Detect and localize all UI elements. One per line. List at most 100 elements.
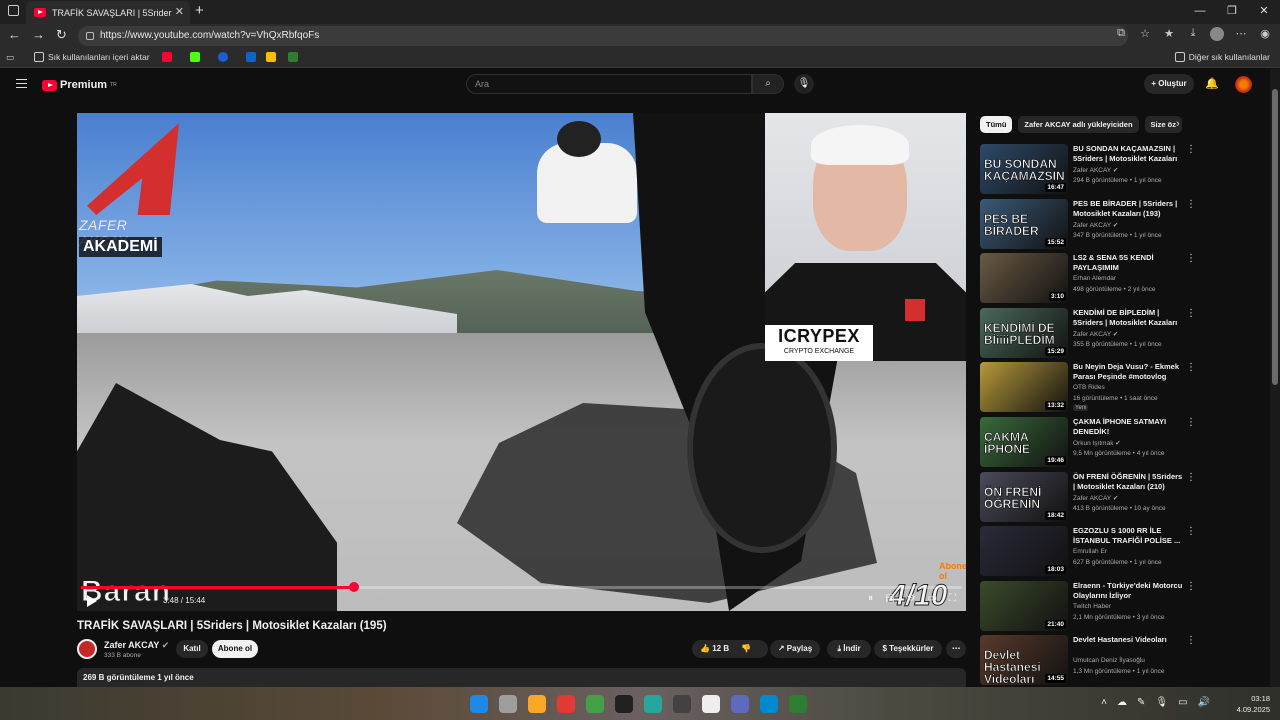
recommendation-thumbnail[interactable]: BU SONDAN KAÇAMAZSIN 16:47 [980, 144, 1068, 194]
recommendation-channel[interactable]: Umutcan Deniz İlyasoğlu [1073, 657, 1145, 664]
bookmark-import[interactable]: Sık kullanılanları içeri aktar [34, 52, 150, 62]
video-player[interactable]: ZAFER AKÇAY AKADEMİ ICRYPEX CRYPTO EXCHA… [77, 113, 966, 611]
description-box[interactable]: 269 B görüntüleme 1 yıl önce [77, 668, 966, 687]
recommendation-thumbnail[interactable]: 13:32 [980, 362, 1068, 413]
taskbar-app-icon[interactable] [586, 695, 604, 713]
download-button[interactable]: ⤓ İndir [827, 640, 871, 658]
recommendation-title[interactable]: Devlet Hastanesi Videoları [1073, 635, 1185, 645]
collections-icon[interactable]: ☆ [1138, 27, 1152, 44]
chip-from-uploader[interactable]: Zafer AKCAY adlı yükleyiciden [1018, 116, 1139, 133]
copilot-icon[interactable]: ◉ [1258, 27, 1272, 44]
recommendation-item[interactable]: PES BE BİRADER 15:52 PES BE BİRADER | 5Sri… [980, 198, 1198, 251]
more-actions-icon[interactable]: ⋯ [946, 640, 966, 658]
recommendation-title[interactable]: ÇAKMA İPHONE SATMAYI DENEDİK! [1073, 417, 1185, 437]
close-tab-icon[interactable]: ✕ [175, 5, 184, 18]
like-icon[interactable]: 👍 [700, 644, 710, 653]
onedrive-icon[interactable]: ☁ [1117, 697, 1127, 708]
join-button[interactable]: Katıl [176, 640, 208, 658]
more-options-icon[interactable]: ⋮ [1186, 253, 1196, 264]
more-options-icon[interactable]: ⋮ [1186, 472, 1196, 483]
taskbar-app-icon[interactable] [789, 695, 807, 713]
minimize-icon[interactable]: — [1184, 0, 1216, 22]
recommendation-title[interactable]: BU SONDAN KAÇAMAZSIN | 5Sriders | Motosi… [1073, 144, 1185, 164]
bookmark-youtube[interactable] [162, 52, 172, 62]
page-scrollbar[interactable] [1270, 69, 1280, 687]
settings-gear-icon[interactable]: ⚙ [907, 593, 916, 604]
more-options-icon[interactable]: ⋮ [1186, 199, 1196, 210]
thanks-button[interactable]: $ Teşekkürler [874, 640, 942, 658]
channel-avatar[interactable] [77, 639, 97, 659]
recommendation-channel[interactable]: Zafer AKCAY ✔ [1073, 330, 1118, 338]
recommendation-channel[interactable]: OTB Rides [1073, 384, 1105, 391]
search-input[interactable]: Ara [466, 74, 752, 94]
taskbar-app-icon[interactable] [499, 695, 517, 713]
maximize-icon[interactable]: ❐ [1216, 0, 1248, 22]
bookmark-drive[interactable] [266, 52, 276, 62]
dislike-icon[interactable]: 👎 [741, 644, 751, 653]
refresh-icon[interactable]: ↻ [56, 27, 67, 43]
recommendation-item[interactable]: BU SONDAN KAÇAMAZSIN 16:47 BU SONDAN KAÇAM… [980, 144, 1198, 196]
recommendation-item[interactable]: ÖN FRENİ ÖĞRENİN 18:42 ÖN FRENİ ÖĞRENİN | … [980, 471, 1198, 524]
recommendation-thumbnail[interactable]: Devlet Hastanesi Videoları 14:55 [980, 635, 1068, 686]
more-options-icon[interactable]: ⋮ [1186, 581, 1196, 592]
recommendation-thumbnail[interactable]: ÖN FRENİ ÖĞRENİN 18:42 [980, 471, 1068, 522]
recommendation-title[interactable]: LS2 & SENA 5S KENDİ PAYLAŞIMIM [1073, 253, 1185, 273]
recommendation-channel[interactable]: Zafer AKCAY ✔ [1073, 221, 1118, 229]
fullscreen-icon[interactable]: ⛶ [949, 593, 956, 604]
url-field[interactable]: https://www.youtube.com/watch?v=VhQxRbfq… [78, 26, 1128, 46]
recommendation-thumbnail[interactable]: PES BE BİRADER 15:52 [980, 198, 1068, 249]
taskbar-app-icon[interactable] [760, 695, 778, 713]
microphone-icon[interactable]: 🎙 [794, 74, 814, 94]
taskbar-app-icon[interactable] [673, 695, 691, 713]
like-count[interactable]: 12 B [712, 644, 729, 653]
subtitles-icon[interactable]: ▤ [885, 593, 894, 604]
browser-tab[interactable]: TRAFİK SAVAŞLARI | 5Sriders | Mo ✕ [26, 1, 190, 24]
recommendation-channel[interactable]: Emrullah Er [1073, 548, 1107, 555]
bookmark-outlook[interactable] [246, 52, 256, 62]
recommendation-thumbnail[interactable]: ÇAKMA İPHONE 19:46 [980, 417, 1068, 467]
downloads-icon[interactable]: ⤓ [1186, 27, 1200, 44]
taskbar-app-icon[interactable] [470, 695, 488, 713]
account-avatar[interactable] [1235, 76, 1252, 93]
bookmarks-menu-icon[interactable]: ▭ [6, 52, 14, 63]
recommendation-item[interactable]: ÇAKMA İPHONE 19:46 ÇAKMA İPHONE SATMAYI DE… [980, 417, 1198, 469]
recommendation-item[interactable]: 13:32 Bu Neyin Deja Vusu? - Ekmek Parası … [980, 362, 1198, 414]
recommendation-thumbnail[interactable]: 21:40 [980, 580, 1068, 631]
more-options-icon[interactable]: ⋮ [1186, 308, 1196, 319]
bookmark-app[interactable] [288, 52, 298, 62]
taskbar-app-icon[interactable] [702, 695, 720, 713]
settings-more-icon[interactable]: ⋯ [1234, 27, 1248, 44]
recommendation-title[interactable]: Bu Neyin Deja Vusu? - Ekmek Parası Peşin… [1073, 362, 1185, 382]
favorites-icon[interactable]: ★ [1162, 27, 1176, 44]
taskbar-app-icon[interactable] [528, 695, 546, 713]
display-icon[interactable]: ▭ [1178, 697, 1187, 708]
forward-icon[interactable]: → [32, 27, 45, 42]
new-tab-icon[interactable]: + [195, 2, 204, 19]
extensions-icon[interactable]: ⧉ [1114, 27, 1128, 44]
youtube-logo[interactable]: Premium TR [42, 79, 117, 91]
recommendation-channel[interactable]: Zafer AKCAY ✔ [1073, 166, 1118, 174]
recommendation-thumbnail[interactable]: 18:03 [980, 526, 1068, 577]
site-info-icon[interactable] [86, 32, 94, 40]
video-progress-bar[interactable] [81, 582, 962, 592]
microphone-tray-icon[interactable]: 🎙 [1155, 697, 1168, 708]
scrollbar-thumb[interactable] [1272, 89, 1278, 385]
recommendation-item[interactable]: 18:03 EGZOZLU S 1000 RR İLE İSTANBUL TRAF… [980, 526, 1198, 578]
pen-icon[interactable]: ✎ [1137, 697, 1145, 708]
recommendation-title[interactable]: PES BE BİRADER | 5Sriders | Motosiklet K… [1073, 199, 1185, 219]
notifications-bell-icon[interactable]: 🔔 [1205, 77, 1219, 90]
recommendation-thumbnail[interactable]: 3:10 [980, 253, 1068, 304]
tray-overflow-icon[interactable]: ˄ [1101, 697, 1107, 708]
recommendation-title[interactable]: ÖN FRENİ ÖĞRENİN | 5Sriders | Motosiklet… [1073, 472, 1185, 492]
back-icon[interactable]: ← [8, 27, 21, 42]
volume-icon[interactable]: 🔊 [1198, 697, 1210, 708]
bookmark-kick[interactable] [190, 52, 200, 62]
more-options-icon[interactable]: ⋮ [1186, 362, 1196, 373]
recommendation-channel[interactable]: Zafer AKCAY ✔ [1073, 494, 1118, 502]
recommendation-item[interactable]: 21:40 Elraenn - Türkiye'deki Motorcu Olay… [980, 580, 1198, 633]
recommendation-item[interactable]: KENDİMİ DE BİiiiiPLEDİM 15:29 KENDİMİ DE B… [980, 307, 1198, 360]
miniplayer-icon[interactable]: ▭ [928, 593, 937, 604]
menu-icon[interactable] [16, 79, 27, 88]
recommendation-item[interactable]: 3:10 LS2 & SENA 5S KENDİ PAYLAŞIMIM Erhan … [980, 253, 1198, 305]
recommendation-thumbnail[interactable]: KENDİMİ DE BİiiiiPLEDİM 15:29 [980, 307, 1068, 358]
